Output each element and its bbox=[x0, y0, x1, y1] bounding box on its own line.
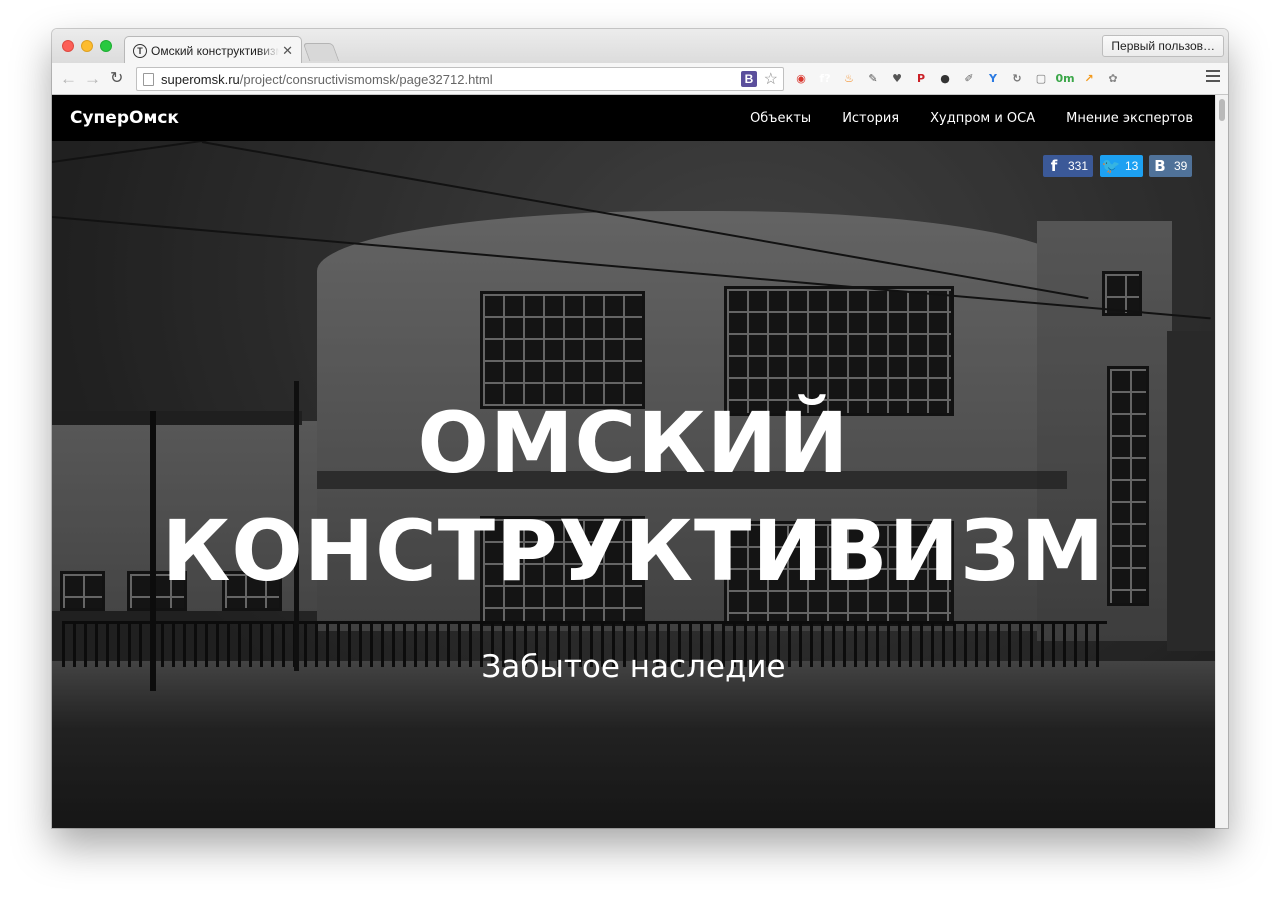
reload-icon[interactable]: ↻ bbox=[110, 69, 123, 89]
hero-title-line-2: КОНСТРУКТИВИЗМ bbox=[161, 502, 1106, 600]
hero-title-line-1: ОМСКИЙ bbox=[417, 394, 850, 492]
nav-link-history[interactable]: История bbox=[842, 111, 899, 126]
adblock-icon[interactable]: ◉ bbox=[792, 69, 810, 87]
extension-icons: ◉ f? ♨ ✎ ♥ P ● ✐ Y ↻ ▢ 0m ↗ ✿ bbox=[792, 69, 1122, 89]
twitter-share-button[interactable]: 🐦 13 bbox=[1100, 155, 1144, 177]
browser-toolbar: ← → ↻ superomsk.ru/project/consructivism… bbox=[52, 63, 1228, 95]
twitter-icon: 🐦 bbox=[1101, 157, 1121, 175]
scrollbar-thumb[interactable] bbox=[1219, 99, 1225, 121]
tab-strip: T Омский конструктивизм. ✕ Первый пользо… bbox=[52, 29, 1228, 64]
tab-close-icon[interactable]: ✕ bbox=[282, 43, 293, 59]
nav-link-hudprom[interactable]: Худпром и ОСА bbox=[930, 111, 1035, 126]
profile-button[interactable]: Первый пользов… bbox=[1102, 35, 1224, 57]
new-tab-button[interactable] bbox=[302, 43, 340, 61]
pinterest-icon[interactable]: P bbox=[912, 69, 930, 87]
vk-share-button[interactable]: В 39 bbox=[1149, 155, 1193, 177]
url-host: superomsk.ru bbox=[161, 71, 240, 87]
nav-link-objects[interactable]: Объекты bbox=[750, 111, 811, 126]
page-scrollbar[interactable] bbox=[1215, 95, 1228, 828]
site-navbar: СуперОмск Объекты История Худпром и ОСА … bbox=[52, 95, 1215, 141]
pocket-icon[interactable]: ♥ bbox=[888, 69, 906, 87]
yandex-icon[interactable]: Y bbox=[984, 69, 1002, 87]
tab-title: Омский конструктивизм. bbox=[151, 43, 279, 58]
paw-icon[interactable]: ✿ bbox=[1104, 69, 1122, 87]
tab-active[interactable]: T Омский конструктивизм. ✕ bbox=[124, 36, 302, 64]
site-brand-link[interactable]: СуперОмск bbox=[70, 108, 179, 128]
hero-subtitle: Забытое наследие bbox=[481, 649, 786, 685]
minimize-window-icon[interactable] bbox=[81, 40, 93, 52]
sync-icon[interactable]: ↻ bbox=[1008, 69, 1026, 87]
close-window-icon[interactable] bbox=[62, 40, 74, 52]
camera-icon[interactable]: ● bbox=[936, 69, 954, 87]
eyedropper-icon[interactable]: ✐ bbox=[960, 69, 978, 87]
star-icon[interactable]: ☆ bbox=[764, 69, 778, 89]
browser-window: T Омский конструктивизм. ✕ Первый пользо… bbox=[52, 29, 1228, 828]
zoom-window-icon[interactable] bbox=[100, 40, 112, 52]
url-text: superomsk.ru/project/consructivismomsk/p… bbox=[161, 72, 493, 87]
fire-icon[interactable]: ♨ bbox=[840, 69, 858, 87]
facebook-share-button[interactable]: f 331 bbox=[1043, 155, 1094, 177]
back-icon[interactable]: ← bbox=[60, 69, 77, 89]
page-viewport: СуперОмск Объекты История Худпром и ОСА … bbox=[52, 95, 1215, 828]
hero-title: ОМСКИЙ КОНСТРУКТИВИЗМ bbox=[52, 389, 1215, 605]
font-icon[interactable]: f? bbox=[816, 69, 834, 87]
forward-icon[interactable]: → bbox=[84, 69, 101, 89]
chart-icon[interactable]: ↗ bbox=[1080, 69, 1098, 87]
facebook-share-count: 331 bbox=[1068, 159, 1089, 173]
twitter-share-count: 13 bbox=[1125, 159, 1139, 173]
site-nav-links: Объекты История Худпром и ОСА Мнение экс… bbox=[750, 111, 1193, 126]
badge-icon[interactable]: 0m bbox=[1055, 69, 1074, 87]
reader-icon[interactable]: ▢ bbox=[1032, 69, 1050, 87]
evernote-icon[interactable]: ✎ bbox=[864, 69, 882, 87]
hero-section: f 331 🐦 13 В 39 ОМСКИЙ КОНСТРУКТИВИЗМ За… bbox=[52, 141, 1215, 828]
vk-icon: В bbox=[1154, 157, 1166, 175]
nav-link-experts[interactable]: Мнение экспертов bbox=[1066, 111, 1193, 126]
bookmark-extension-icon[interactable]: B bbox=[741, 71, 757, 87]
url-path: /project/consructivismomsk/page32712.htm… bbox=[239, 71, 493, 87]
facebook-icon: f bbox=[1050, 157, 1058, 175]
site-favicon-icon: T bbox=[133, 43, 147, 58]
address-bar[interactable]: superomsk.ru/project/consructivismomsk/p… bbox=[136, 67, 784, 91]
menu-icon[interactable] bbox=[1206, 70, 1220, 85]
page-icon bbox=[143, 72, 154, 86]
vk-share-count: 39 bbox=[1174, 159, 1188, 173]
